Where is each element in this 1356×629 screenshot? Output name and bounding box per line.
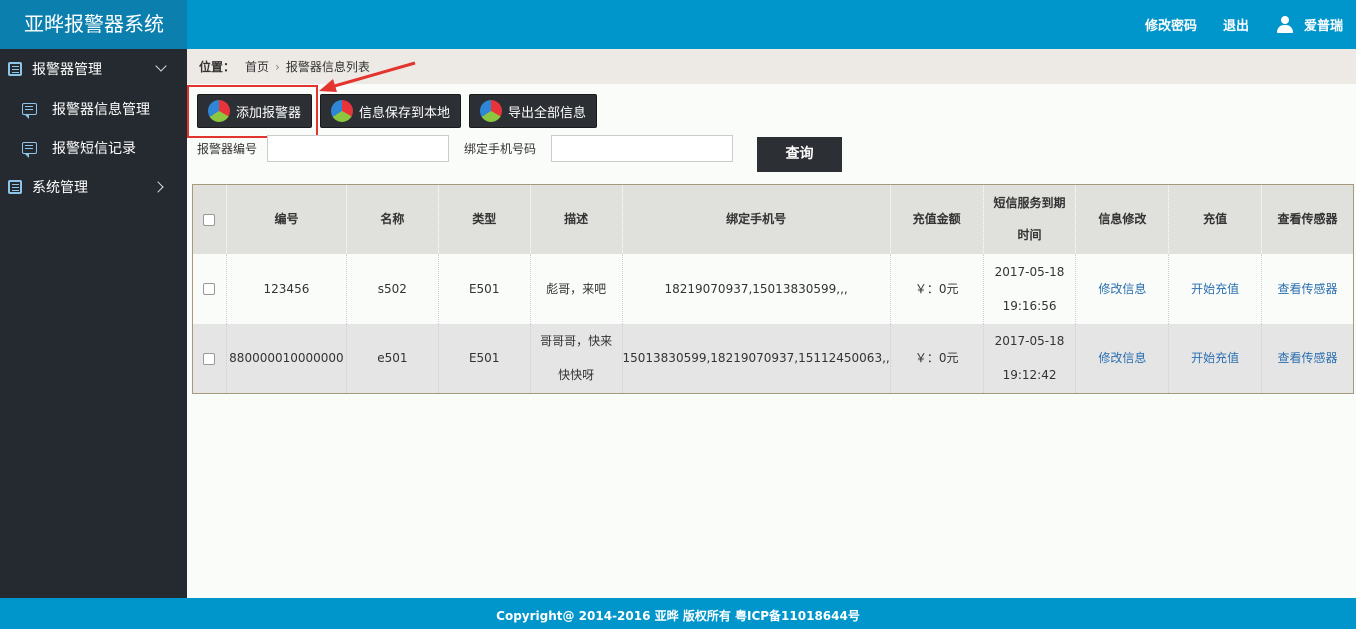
sidebar-group-label: 报警器管理 (32, 62, 102, 78)
cell-view: 查看传感器 (1261, 253, 1354, 324)
cell-name: s502 (345, 253, 439, 324)
header-expiry-line2: 时间 (1017, 228, 1042, 243)
sidebar-group-alarm-management[interactable]: 报警器管理 (0, 49, 187, 89)
header-edit: 信息修改 (1075, 184, 1169, 254)
cell-expiry: 2017-05-18 19:12:42 (982, 323, 1076, 394)
cell-recharge: 开始充值 (1168, 253, 1262, 324)
logout-link[interactable]: 退出 (1223, 15, 1249, 34)
breadcrumb-separator-icon: › (275, 59, 280, 74)
sidebar-item-label: 报警器信息管理 (52, 101, 150, 118)
cell-desc: 哥哥哥，快来 快快呀 (529, 323, 622, 394)
row-select[interactable] (192, 253, 227, 324)
cell-id: 880000010000000 (225, 323, 347, 394)
header-view: 查看传感器 (1261, 184, 1354, 254)
cell-expiry-time: 19:12:42 (1002, 368, 1057, 383)
list-icon (8, 180, 22, 194)
sidebar-item-sms-records[interactable]: 报警短信记录 (0, 128, 187, 167)
footer: Copyright@ 2014-2016 亚晔 版权所有 粤ICP备110186… (0, 598, 1356, 629)
view-sensor-link[interactable]: 查看传感器 (1278, 351, 1338, 365)
sidebar-group-label: 系统管理 (32, 180, 88, 196)
annotation-arrow-icon (319, 61, 416, 92)
header-expiry: 短信服务到期 时间 (982, 184, 1076, 254)
cell-amount: ￥：0元 (889, 253, 984, 324)
cell-edit: 修改信息 (1075, 323, 1169, 394)
chevron-right-icon (152, 181, 164, 193)
table-row: 880000010000000 e501 E501 哥哥哥，快来 快快呀 1501… (192, 323, 1354, 394)
alarm-table: 编号 名称 类型 描述 绑定手机号 充值金额 短信服务到期 时间 信息修改 充值 … (192, 184, 1354, 394)
cell-expiry: 2017-05-18 19:16:56 (982, 253, 1076, 324)
cell-type: E501 (437, 323, 531, 394)
header-recharge: 充值 (1168, 184, 1262, 254)
chevron-down-icon (155, 60, 167, 72)
message-icon (22, 102, 37, 119)
header-desc: 描述 (529, 184, 622, 254)
alarm-id-label: 报警器编号 (197, 142, 258, 156)
pie-chart-icon (331, 100, 354, 122)
top-bar: 亚晔报警器系统 修改密码 退出 爱普瑞 (0, 0, 1356, 49)
cell-name: e501 (345, 323, 439, 394)
app-title: 亚晔报警器系统 (0, 0, 187, 49)
save-local-button[interactable]: 信息保存到本地 (320, 94, 462, 128)
cell-expiry-date: 2017-05-18 (994, 334, 1065, 349)
change-password-link[interactable]: 修改密码 (1145, 15, 1197, 34)
table-row: 123456 s502 E501 彪哥，来吧 18219070937,15013… (192, 253, 1354, 324)
top-nav: 修改密码 退出 爱普瑞 (1119, 0, 1343, 49)
select-all-checkbox[interactable] (203, 213, 216, 226)
header-amount: 充值金额 (889, 184, 984, 254)
cell-expiry-date: 2017-05-18 (994, 264, 1065, 279)
header-name: 名称 (345, 184, 439, 254)
header-type: 类型 (437, 184, 531, 254)
list-icon (8, 62, 22, 76)
header-phones: 绑定手机号 (621, 184, 891, 254)
cell-desc-line2: 快快呀 (558, 368, 595, 383)
save-local-label: 信息保存到本地 (359, 105, 451, 121)
user-menu[interactable]: 爱普瑞 (1276, 15, 1343, 34)
row-checkbox[interactable] (203, 283, 216, 295)
username: 爱普瑞 (1303, 19, 1343, 34)
cell-desc: 彪哥，来吧 (529, 253, 622, 324)
pie-chart-icon (480, 100, 503, 122)
header-expiry-line1: 短信服务到期 (993, 196, 1066, 211)
cell-desc-line1: 哥哥哥，快来 (540, 334, 613, 349)
query-button[interactable]: 查询 (757, 137, 842, 172)
breadcrumb-label: 位置： (199, 60, 236, 74)
cell-edit: 修改信息 (1075, 253, 1169, 324)
recharge-link[interactable]: 开始充值 (1191, 282, 1239, 296)
highlight-box (187, 85, 318, 138)
header-id: 编号 (225, 184, 347, 254)
cell-expiry-time: 19:16:56 (1002, 298, 1057, 313)
breadcrumb-home[interactable]: 首页 (245, 58, 269, 75)
cell-phones: 18219070937,15013830599,,, (621, 253, 891, 324)
cell-view: 查看传感器 (1261, 323, 1354, 394)
recharge-link[interactable]: 开始充值 (1191, 351, 1239, 365)
sidebar-item-label: 报警短信记录 (52, 140, 136, 157)
row-checkbox[interactable] (203, 352, 216, 365)
cell-amount: ￥：0元 (889, 323, 984, 394)
export-all-label: 导出全部信息 (508, 105, 587, 121)
alarm-id-input[interactable] (267, 135, 450, 162)
sidebar-group-system-management[interactable]: 系统管理 (0, 167, 187, 207)
edit-info-link[interactable]: 修改信息 (1098, 351, 1146, 365)
sidebar: 报警器管理 报警器信息管理 报警短信记录 系统管理 (0, 49, 187, 598)
view-sensor-link[interactable]: 查看传感器 (1278, 282, 1338, 296)
cell-recharge: 开始充值 (1168, 323, 1262, 394)
edit-info-link[interactable]: 修改信息 (1098, 282, 1146, 296)
phone-label: 绑定手机号码 (464, 142, 537, 156)
cell-phones: 15013830599,18219070937,15112450063,, (621, 323, 891, 394)
row-select[interactable] (192, 323, 227, 394)
table-header-row: 编号 名称 类型 描述 绑定手机号 充值金额 短信服务到期 时间 信息修改 充值 … (192, 184, 1354, 254)
user-icon (1276, 16, 1293, 33)
cell-type: E501 (437, 253, 531, 324)
sidebar-item-alarm-info[interactable]: 报警器信息管理 (0, 89, 187, 128)
cell-id: 123456 (225, 253, 347, 324)
cell-desc-line1: 彪哥，来吧 (546, 281, 607, 296)
main-content: 位置： 首页 › 报警器信息列表 添加报警器 信息保存到本地 导出全部信息 报警… (187, 49, 1356, 598)
phone-input[interactable] (551, 135, 734, 162)
message-icon (22, 141, 37, 158)
search-bar: 报警器编号 绑定手机号码 (197, 135, 734, 162)
export-all-button[interactable]: 导出全部信息 (469, 94, 598, 128)
header-select-all[interactable] (192, 184, 227, 254)
